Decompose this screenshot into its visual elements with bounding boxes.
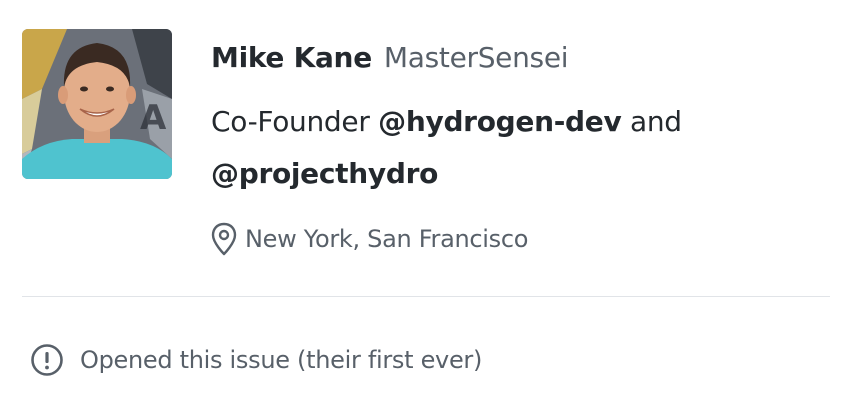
issue-context-text: Opened this issue (their first ever)	[80, 346, 483, 374]
user-location: New York, San Francisco	[209, 219, 528, 259]
user-login[interactable]: MasterSensei	[384, 41, 569, 74]
location-text: New York, San Francisco	[245, 225, 529, 253]
bio-mention-projecthydro[interactable]: @projecthydro	[211, 157, 438, 190]
issue-opened-icon	[31, 344, 63, 376]
svg-text:A: A	[140, 98, 167, 138]
bio-text-and: and	[621, 105, 682, 138]
location-pin-icon	[211, 222, 237, 256]
avatar[interactable]: A	[22, 29, 172, 179]
issue-context: Opened this issue (their first ever)	[30, 340, 482, 380]
user-name[interactable]: Mike Kane	[211, 41, 372, 74]
divider	[22, 296, 830, 297]
bio-text: Co-Founder	[211, 105, 379, 138]
bio-mention-hydrogen-dev[interactable]: @hydrogen-dev	[378, 105, 622, 138]
user-bio: Co-Founder @hydrogen-dev and @projecthyd…	[211, 96, 811, 200]
user-hovercard: A Mike Kane MasterSensei Co-Founder @hydr…	[0, 0, 850, 407]
name-row: Mike Kane MasterSensei	[211, 38, 569, 78]
avatar-image: A	[22, 29, 172, 179]
